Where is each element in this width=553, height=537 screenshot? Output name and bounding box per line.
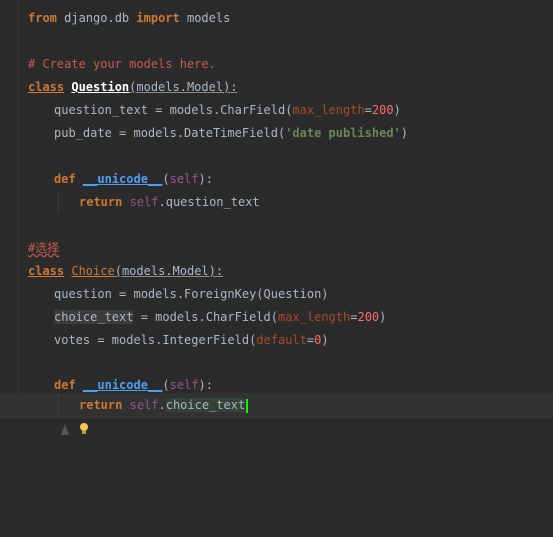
module-name: django.db xyxy=(56,11,137,25)
keyword: return xyxy=(79,398,123,412)
indent-guide xyxy=(58,393,59,419)
class-name: Choice xyxy=(71,264,115,278)
self-ref: self xyxy=(129,195,159,209)
code-line-2[interactable]: # Create your models here. xyxy=(0,53,553,75)
highlighted-identifier: choice_text xyxy=(165,398,246,412)
code-text: pub_date = models.DateTimeField( xyxy=(54,126,286,140)
operator: = xyxy=(364,103,372,117)
paren: ) xyxy=(321,333,329,347)
function-name: __unicode__ xyxy=(82,172,163,186)
paren: ): xyxy=(198,378,213,392)
number: 200 xyxy=(371,103,394,117)
imported-name: models xyxy=(179,11,231,25)
attribute: .question_text xyxy=(158,195,260,209)
paren: ) xyxy=(379,310,387,324)
code-text: question = models.ForeignKey(Question) xyxy=(54,287,329,301)
code-line-4[interactable]: question_text = models.CharField(max_len… xyxy=(0,99,553,121)
comment: #选择 xyxy=(28,241,60,255)
keyword-arg: max_length xyxy=(277,310,351,324)
class-name: Question xyxy=(71,80,130,94)
code-text: votes = models.IntegerField( xyxy=(54,333,257,347)
code-line-3[interactable]: class Question(models.Model): xyxy=(0,76,553,98)
keyword-arg: max_length xyxy=(292,103,365,117)
code-line-14-current[interactable]: return self.choice_text xyxy=(0,393,553,435)
paren: ( xyxy=(162,378,170,392)
keyword: def xyxy=(54,378,76,392)
keyword: class xyxy=(28,80,65,94)
keyword: return xyxy=(79,195,123,209)
text-caret xyxy=(246,398,249,413)
class-base: (models.Model): xyxy=(114,264,224,278)
code-line-7[interactable]: return self.question_text xyxy=(0,191,553,213)
comment: # Create your models here. xyxy=(28,57,216,71)
paren: ( xyxy=(162,172,170,186)
code-line-8[interactable]: #选择 xyxy=(0,237,553,259)
code-line-5[interactable]: pub_date = models.DateTimeField('date pu… xyxy=(0,122,553,144)
keyword-arg: default xyxy=(256,333,307,347)
dot: . xyxy=(158,398,166,412)
code-line-11[interactable]: choice_text = models.CharField(max_lengt… xyxy=(0,306,553,328)
code-line-10[interactable]: question = models.ForeignKey(Question) xyxy=(0,283,553,305)
self-param: self xyxy=(169,378,199,392)
code-text: question_text = models.CharField( xyxy=(54,103,293,117)
function-name: __unicode__ xyxy=(82,378,163,392)
string-literal: 'date published' xyxy=(285,126,401,140)
keyword: def xyxy=(54,172,76,186)
code-line-1[interactable]: from django.db import models xyxy=(0,7,553,29)
code-line-9[interactable]: class Choice(models.Model): xyxy=(0,260,553,282)
paren: ) xyxy=(393,103,401,117)
paren: ): xyxy=(198,172,213,186)
paren: ) xyxy=(400,126,409,140)
highlighted-identifier: choice_text xyxy=(54,310,134,324)
keyword: from xyxy=(28,11,57,25)
code-line-6[interactable]: def __unicode__(self): xyxy=(0,168,553,190)
indent-guide xyxy=(58,191,59,213)
number: 200 xyxy=(357,310,380,324)
class-base: (models.Model): xyxy=(129,80,238,94)
self-ref: self xyxy=(129,398,159,412)
code-line-12[interactable]: votes = models.IntegerField(default=0) xyxy=(0,329,553,351)
code-text: = models.CharField( xyxy=(133,310,278,324)
keyword: import xyxy=(136,11,180,25)
keyword: class xyxy=(28,264,65,278)
self-param: self xyxy=(169,172,199,186)
